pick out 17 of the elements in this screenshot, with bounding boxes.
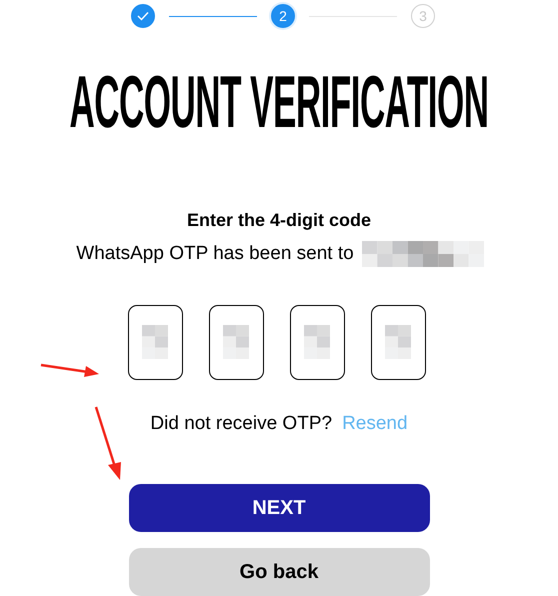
otp-input-box[interactable] — [290, 304, 344, 380]
back-button[interactable]: Go back — [128, 548, 430, 596]
page-title: ACCOUNT VERIFICATION — [69, 60, 489, 146]
subtitle: Enter the 4-digit code — [186, 209, 372, 232]
redacted-digit — [223, 325, 249, 359]
step-indicator: 2 — [271, 4, 295, 28]
next-button[interactable]: NEXT — [128, 484, 430, 532]
otp-input-box[interactable] — [128, 304, 182, 380]
redacted-digit — [304, 325, 330, 359]
arrow-icon — [40, 362, 100, 378]
redacted-digit — [385, 325, 411, 359]
resend-prompt: Did not receive OTP? — [150, 412, 332, 436]
redacted-digit — [142, 325, 168, 359]
message-text: WhatsApp OTP has been sent to — [76, 242, 354, 266]
check-icon — [137, 11, 149, 21]
otp-input-box[interactable] — [208, 304, 264, 380]
otp-input-box[interactable] — [370, 304, 426, 380]
